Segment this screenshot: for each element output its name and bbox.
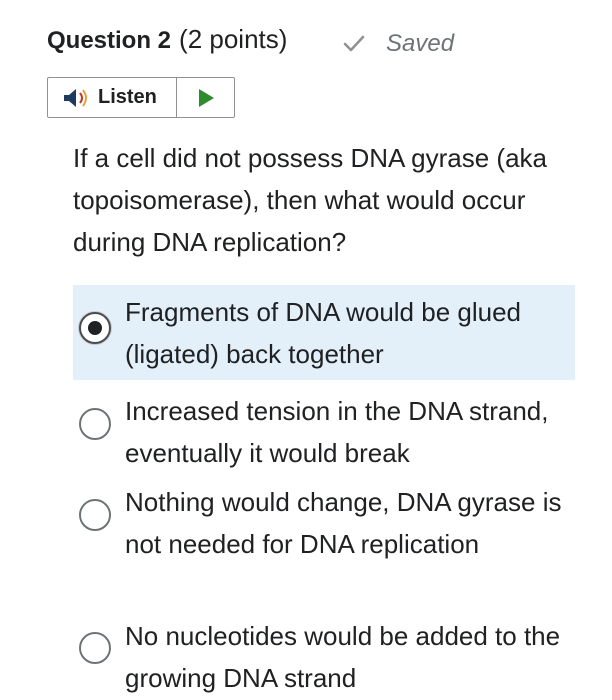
play-icon — [198, 88, 214, 107]
speaker-icon — [64, 88, 87, 107]
answer-option-4[interactable]: No nucleotides would be added to the gro… — [73, 609, 575, 699]
saved-status: Saved — [342, 30, 454, 58]
question-text: If a cell did not possess DNA gyrase (ak… — [73, 143, 548, 257]
play-button[interactable] — [177, 78, 234, 117]
answer-option-2[interactable]: Increased tension in the DNA strand, eve… — [73, 384, 575, 475]
radio-icon[interactable] — [79, 408, 111, 440]
answer-option-label: Fragments of DNA would be glued (ligated… — [125, 297, 521, 369]
saved-label: Saved — [386, 30, 455, 57]
answer-option-label: Increased tension in the DNA strand, eve… — [125, 396, 549, 468]
answer-option-label: Nothing would change, DNA gyrase is not … — [125, 487, 562, 559]
check-icon — [343, 35, 365, 52]
question-header: Question 2 (2 points) — [47, 24, 287, 64]
answer-option-label: No nucleotides would be added to the gro… — [125, 621, 561, 693]
question-points: (2 points) — [179, 24, 288, 54]
question-title: Question 2 — [47, 27, 172, 54]
radio-icon[interactable] — [79, 632, 111, 664]
answer-options: Fragments of DNA would be glued (ligated… — [73, 285, 575, 699]
listen-button[interactable]: Listen — [48, 78, 177, 117]
answer-option-1[interactable]: Fragments of DNA would be glued (ligated… — [73, 285, 575, 380]
answer-option-3[interactable]: Nothing would change, DNA gyrase is not … — [73, 475, 575, 609]
listen-control: Listen — [47, 77, 235, 118]
radio-icon[interactable] — [79, 312, 111, 344]
radio-icon[interactable] — [79, 499, 111, 531]
listen-label: Listen — [98, 86, 157, 108]
